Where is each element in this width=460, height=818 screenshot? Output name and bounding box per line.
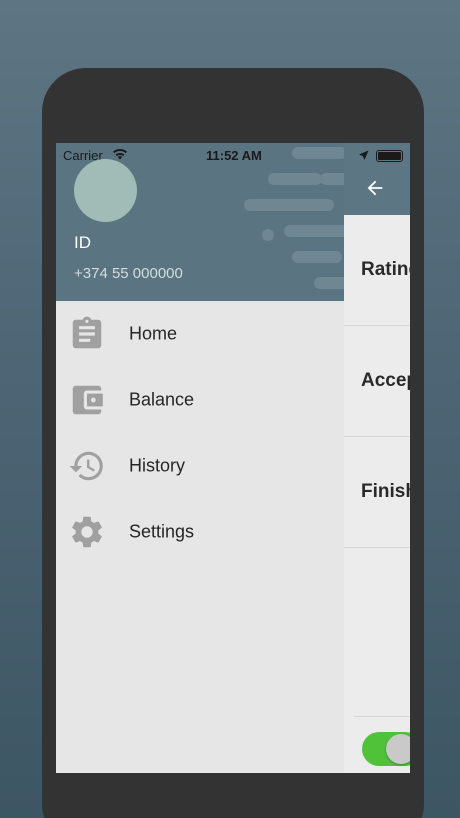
user-phone: +374 55 000000 [74,265,183,282]
back-arrow-icon[interactable] [364,177,386,199]
phone-screen: Rating Accepted Finished [56,143,410,773]
location-arrow-icon [359,150,369,160]
finished-row[interactable]: Finished [344,437,410,548]
menu-item-history[interactable]: History [56,433,344,499]
history-icon [69,451,103,481]
menu-label-settings: Settings [129,521,195,542]
divider [354,716,410,717]
gear-icon [72,516,102,548]
toggle-switch[interactable] [362,732,410,766]
wifi-icon [113,149,127,160]
status-time: 11:52 AM [206,148,262,163]
user-id-label: ID [74,233,91,252]
toggle-knob[interactable] [386,734,410,764]
menu-label-home: Home [129,323,178,344]
menu-label-balance: Balance [129,389,195,410]
clipboard-icon [72,316,102,349]
finished-label: Finished [361,481,410,502]
main-content: Rating Accepted Finished [344,143,410,773]
menu-label-history: History [129,455,186,476]
accepted-label: Accepted [361,370,410,391]
wallet-icon [72,385,103,415]
rating-label: Rating [361,259,410,280]
rating-row[interactable]: Rating [344,215,410,326]
menu-item-balance[interactable]: Balance [56,367,344,433]
battery-icon [376,150,403,162]
avatar[interactable] [74,159,137,222]
accepted-row[interactable]: Accepted [344,326,410,437]
menu-item-home[interactable]: Home [56,301,344,367]
navigation-drawer: Carrier 11:52 AM ID +374 55 000000 Home … [56,143,344,773]
drawer-header: Carrier 11:52 AM ID +374 55 000000 [56,143,344,301]
menu-item-settings[interactable]: Settings [56,499,344,565]
